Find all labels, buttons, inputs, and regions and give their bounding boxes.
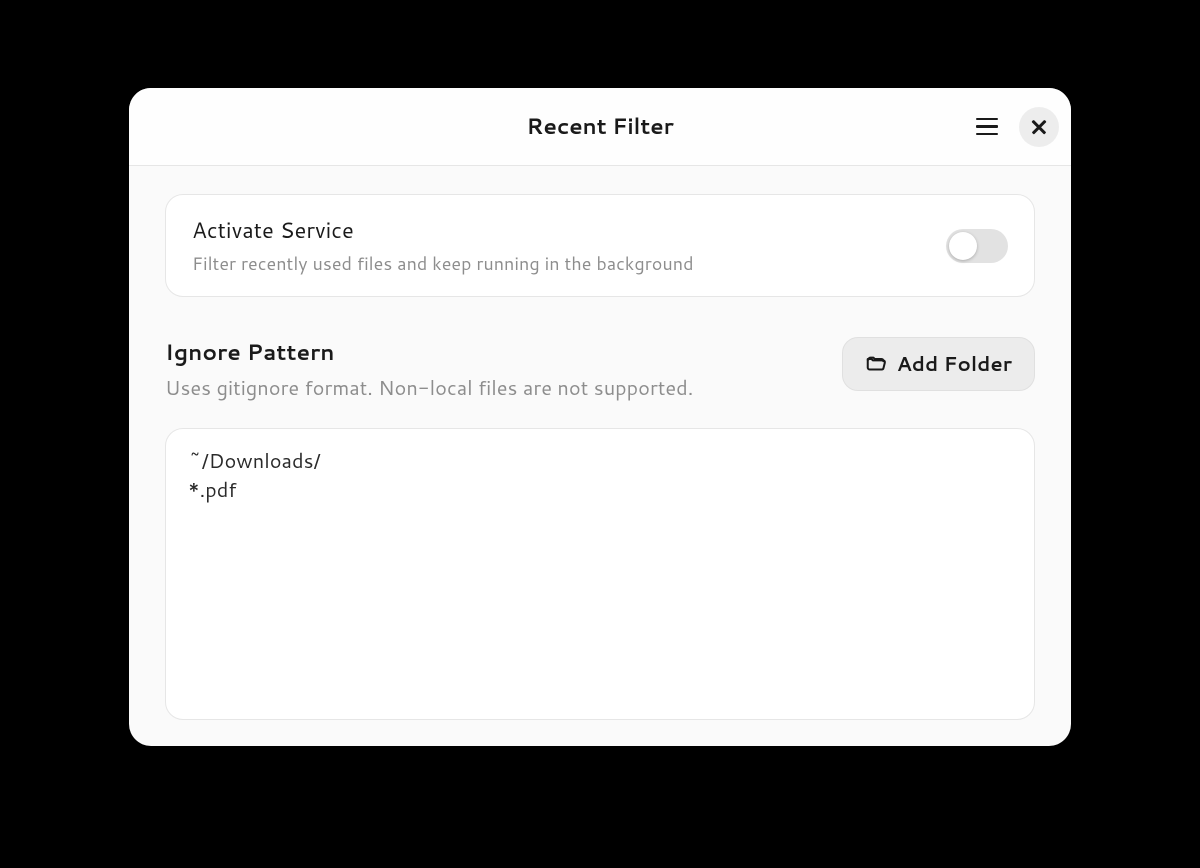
hamburger-icon [976, 118, 998, 136]
titlebar-controls [967, 107, 1059, 147]
titlebar: Recent Filter [129, 88, 1071, 166]
add-folder-label: Add Folder [897, 350, 1012, 378]
activate-service-text: Activate Service Filter recently used fi… [192, 215, 694, 276]
window-title: Recent Filter [526, 111, 673, 142]
ignore-pattern-title: Ignore Pattern [165, 337, 693, 368]
folder-open-icon [865, 353, 887, 375]
activate-service-title: Activate Service [192, 215, 694, 246]
menu-button[interactable] [967, 107, 1007, 147]
close-icon [1030, 118, 1048, 136]
toggle-knob [949, 232, 977, 260]
content-area: Activate Service Filter recently used fi… [129, 166, 1071, 746]
app-window: Recent Filter Activate Service Filter re… [129, 88, 1071, 746]
activate-service-toggle[interactable] [946, 229, 1008, 263]
ignore-pattern-text: Ignore Pattern Uses gitignore format. No… [165, 337, 693, 402]
add-folder-button[interactable]: Add Folder [842, 337, 1035, 391]
close-button[interactable] [1019, 107, 1059, 147]
ignore-pattern-textarea[interactable] [188, 447, 1012, 701]
ignore-pattern-header: Ignore Pattern Uses gitignore format. No… [165, 337, 1035, 402]
activate-service-subtitle: Filter recently used files and keep runn… [192, 250, 694, 276]
activate-service-row: Activate Service Filter recently used fi… [165, 194, 1035, 297]
ignore-pattern-subtitle: Uses gitignore format. Non-local files a… [165, 374, 693, 402]
ignore-pattern-card [165, 428, 1035, 720]
